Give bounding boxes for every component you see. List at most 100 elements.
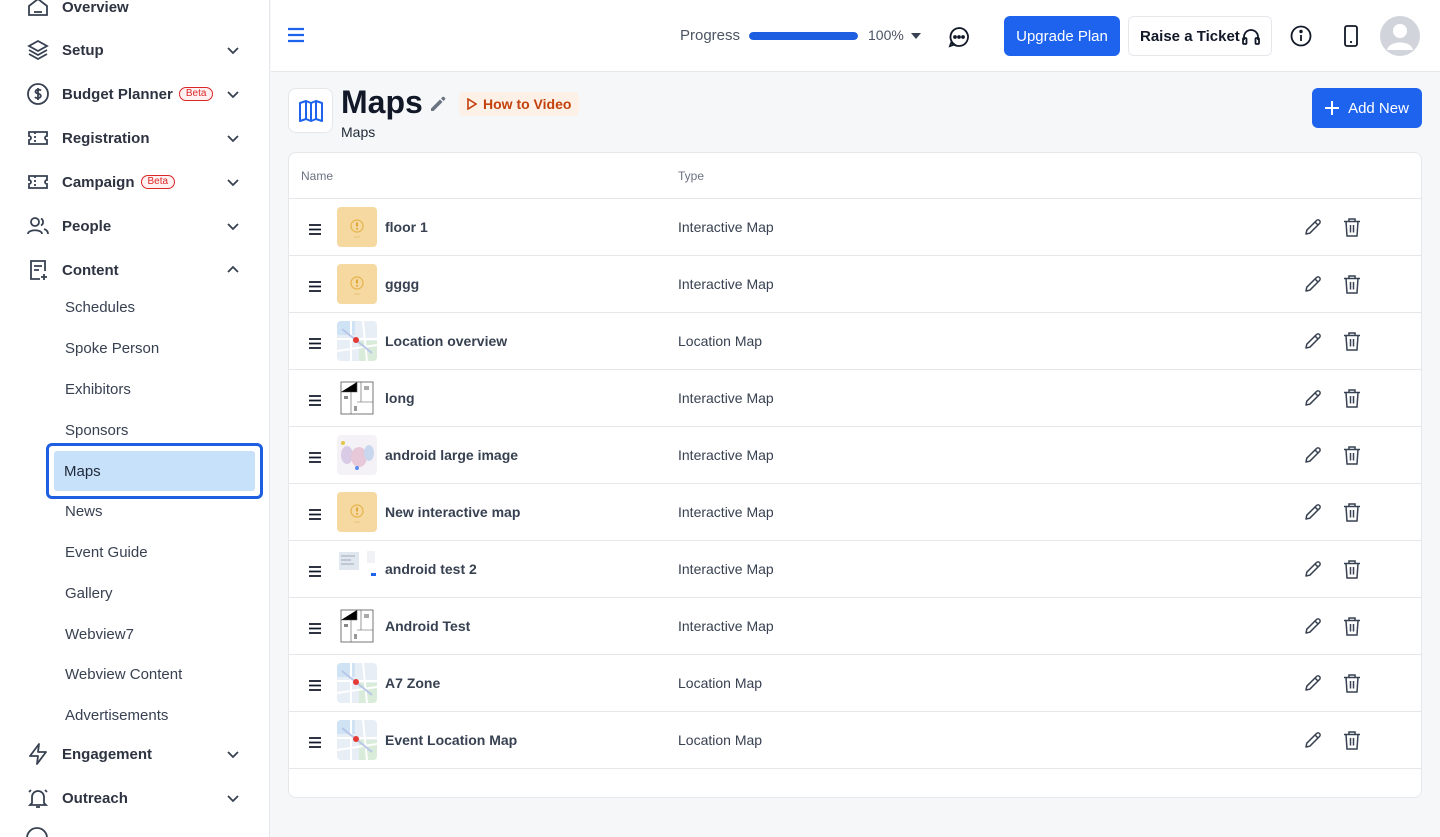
- map-name[interactable]: Android Test: [385, 618, 470, 634]
- delete-trash-icon[interactable]: [1343, 559, 1361, 579]
- sidebar-item-campaign[interactable]: Campaign Beta: [0, 160, 269, 204]
- edit-pencil-icon[interactable]: [1303, 502, 1323, 522]
- map-type: Interactive Map: [678, 504, 774, 520]
- sidebar-subitem-event-guide[interactable]: Event Guide: [65, 544, 148, 561]
- sidebar-subitem-spoke-person[interactable]: Spoke Person: [65, 340, 159, 357]
- avatar[interactable]: [1380, 16, 1420, 56]
- sidebar-item-registration[interactable]: Registration: [0, 116, 269, 160]
- drag-handle-icon[interactable]: [309, 222, 321, 235]
- sidebar-item-engagement[interactable]: Engagement: [0, 732, 269, 776]
- delete-trash-icon[interactable]: [1343, 673, 1361, 693]
- sidebar-subitem-webview-content[interactable]: Webview Content: [65, 666, 182, 683]
- bolt-icon: [25, 741, 51, 767]
- drag-handle-icon[interactable]: [309, 507, 321, 520]
- page-subtitle: Maps: [341, 124, 376, 140]
- table-row[interactable]: floor 1 Interactive Map: [289, 199, 1421, 256]
- delete-trash-icon[interactable]: [1343, 331, 1361, 351]
- user-avatar-icon: [1387, 24, 1413, 50]
- drag-handle-icon[interactable]: [309, 735, 321, 748]
- edit-pencil-icon[interactable]: [1303, 388, 1323, 408]
- map-name[interactable]: A7 Zone: [385, 675, 440, 691]
- map-name[interactable]: floor 1: [385, 219, 428, 235]
- chevron-down-icon: [227, 135, 239, 143]
- mobile-phone-icon[interactable]: [1341, 25, 1361, 47]
- delete-trash-icon[interactable]: [1343, 502, 1361, 522]
- chat-bubble-icon[interactable]: [947, 25, 971, 49]
- sidebar-item-overview[interactable]: Overview: [0, 0, 269, 29]
- table-row[interactable]: gggg Interactive Map: [289, 256, 1421, 313]
- pencil-icon[interactable]: [428, 94, 448, 114]
- caret-down-icon[interactable]: [911, 33, 921, 39]
- sidebar-subitem-webview7[interactable]: Webview7: [65, 626, 134, 643]
- delete-trash-icon[interactable]: [1343, 274, 1361, 294]
- edit-pencil-icon[interactable]: [1303, 616, 1323, 636]
- column-header-type[interactable]: Type: [678, 169, 704, 183]
- column-header-name[interactable]: Name: [301, 169, 333, 183]
- map-type: Interactive Map: [678, 561, 774, 577]
- sidebar-subitem-maps[interactable]: Maps: [54, 451, 255, 491]
- drag-handle-icon[interactable]: [309, 621, 321, 634]
- map-name[interactable]: Location overview: [385, 333, 507, 349]
- sidebar-item-outreach[interactable]: Outreach: [0, 776, 269, 820]
- map-name[interactable]: Event Location Map: [385, 732, 517, 748]
- sidebar-subitem-schedules[interactable]: Schedules: [65, 299, 135, 316]
- headset-icon: [1242, 29, 1260, 45]
- delete-trash-icon[interactable]: [1343, 616, 1361, 636]
- delete-trash-icon[interactable]: [1343, 445, 1361, 465]
- drag-handle-icon[interactable]: [309, 564, 321, 577]
- upgrade-plan-button[interactable]: Upgrade Plan: [1004, 16, 1120, 56]
- map-type: Interactive Map: [678, 276, 774, 292]
- edit-pencil-icon[interactable]: [1303, 673, 1323, 693]
- hamburger-menu-icon[interactable]: [287, 27, 305, 43]
- map-thumbnail: [337, 663, 377, 703]
- map-name[interactable]: android test 2: [385, 561, 477, 577]
- drag-handle-icon[interactable]: [309, 336, 321, 349]
- table-row[interactable]: Location overview Location Map: [289, 313, 1421, 370]
- raise-ticket-button[interactable]: Raise a Ticket: [1128, 16, 1272, 56]
- sidebar-subitem-sponsors[interactable]: Sponsors: [65, 422, 128, 439]
- info-icon[interactable]: [1290, 25, 1312, 47]
- map-name[interactable]: android large image: [385, 447, 518, 463]
- table-row[interactable]: long Interactive Map: [289, 370, 1421, 427]
- table-row[interactable]: android large image Interactive Map: [289, 427, 1421, 484]
- table-row[interactable]: A7 Zone Location Map: [289, 655, 1421, 712]
- delete-trash-icon[interactable]: [1343, 388, 1361, 408]
- drag-handle-icon[interactable]: [309, 279, 321, 292]
- map-type: Interactive Map: [678, 390, 774, 406]
- document-plus-icon: [25, 257, 51, 283]
- edit-pencil-icon[interactable]: [1303, 730, 1323, 750]
- edit-pencil-icon[interactable]: [1303, 217, 1323, 237]
- ticket-icon: [25, 169, 51, 195]
- edit-pencil-icon[interactable]: [1303, 559, 1323, 579]
- delete-trash-icon[interactable]: [1343, 730, 1361, 750]
- add-new-button[interactable]: Add New: [1312, 88, 1422, 128]
- map-name[interactable]: long: [385, 390, 415, 406]
- delete-trash-icon[interactable]: [1343, 217, 1361, 237]
- map-name[interactable]: gggg: [385, 276, 419, 292]
- sidebar-subitem-gallery[interactable]: Gallery: [65, 585, 113, 602]
- sidebar-subitem-exhibitors[interactable]: Exhibitors: [65, 381, 131, 398]
- table-row[interactable]: android test 2 Interactive Map: [289, 541, 1421, 598]
- drag-handle-icon[interactable]: [309, 678, 321, 691]
- table-row[interactable]: Event Location Map Location Map: [289, 712, 1421, 769]
- map-thumbnail: [337, 378, 377, 418]
- drag-handle-icon[interactable]: [309, 393, 321, 406]
- sidebar-item-budget-planner[interactable]: Budget Planner Beta: [0, 72, 269, 116]
- edit-pencil-icon[interactable]: [1303, 445, 1323, 465]
- edit-pencil-icon[interactable]: [1303, 274, 1323, 294]
- sidebar-item-label: Overview: [62, 0, 129, 16]
- sidebar-subitem-news[interactable]: News: [65, 503, 103, 520]
- edit-pencil-icon[interactable]: [1303, 331, 1323, 351]
- sidebar-subitem-advertisements[interactable]: Advertisements: [65, 707, 168, 724]
- map-name[interactable]: New interactive map: [385, 504, 520, 520]
- sidebar-item-people[interactable]: People: [0, 204, 269, 248]
- progress-bar-fill: [749, 32, 858, 40]
- how-to-video-button[interactable]: How to Video: [459, 92, 580, 116]
- table-row[interactable]: New interactive map Interactive Map: [289, 484, 1421, 541]
- sidebar-item-content[interactable]: Content: [0, 248, 269, 292]
- chevron-down-icon: [227, 47, 239, 55]
- table-row[interactable]: Android Test Interactive Map: [289, 598, 1421, 655]
- progress-bar: [749, 32, 858, 40]
- drag-handle-icon[interactable]: [309, 450, 321, 463]
- sidebar-item-setup[interactable]: Setup: [0, 28, 269, 72]
